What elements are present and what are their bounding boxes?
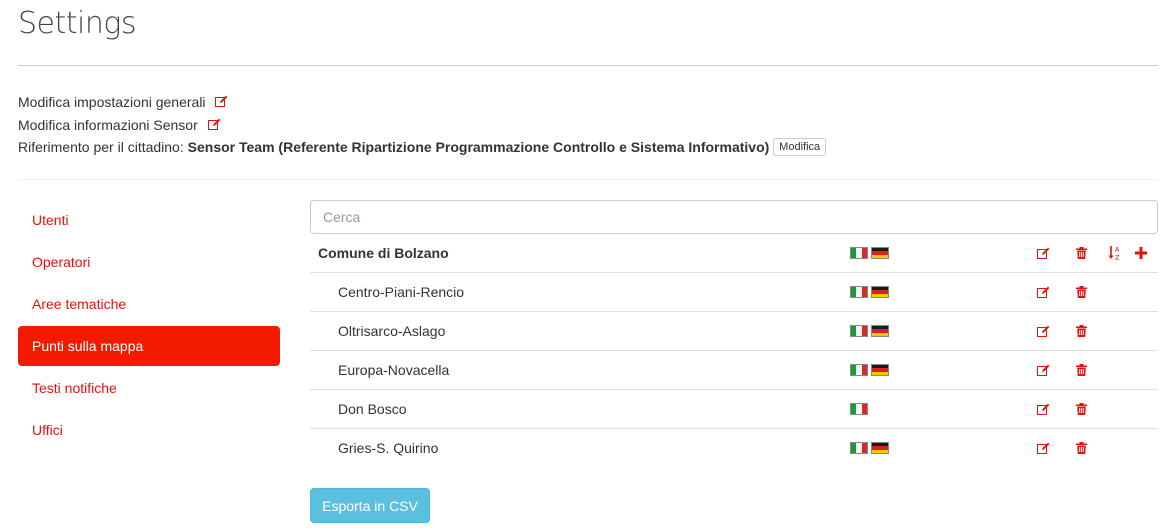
flag-de-icon bbox=[871, 325, 889, 337]
edit-icon[interactable] bbox=[207, 116, 221, 134]
citizen-reference-line: Riferimento per il cittadino: Sensor Tea… bbox=[18, 138, 1158, 161]
sidebar-nav: Utenti Operatori Aree tematiche Punti su… bbox=[18, 200, 280, 452]
trash-icon[interactable] bbox=[1074, 285, 1088, 299]
flag-it-icon bbox=[850, 364, 868, 376]
tree-row-label: Gries-S. Quirino bbox=[338, 440, 439, 456]
settings-links: Modifica impostazioni generali Modifica … bbox=[18, 93, 1158, 161]
sidebar-item-testi-notifiche[interactable]: Testi notifiche bbox=[18, 368, 280, 408]
edit-icon[interactable] bbox=[1036, 324, 1050, 338]
sensor-settings-line: Modifica informazioni Sensor bbox=[18, 116, 1158, 139]
citizen-reference-value: Sensor Team (Referente Ripartizione Prog… bbox=[187, 139, 770, 155]
citizen-reference-prefix: Riferimento per il cittadino: bbox=[18, 139, 184, 155]
tree-row-label: Centro-Piani-Rencio bbox=[338, 284, 465, 300]
flag-de-icon bbox=[871, 364, 889, 376]
sidebar-item-utenti[interactable]: Utenti bbox=[18, 200, 280, 240]
export-csv-button[interactable]: Esporta in CSV bbox=[310, 488, 430, 523]
language-flags bbox=[850, 364, 889, 376]
plus-icon[interactable] bbox=[1134, 246, 1148, 260]
language-flags bbox=[850, 325, 889, 337]
flag-it-icon bbox=[850, 247, 868, 259]
flag-de-icon bbox=[871, 442, 889, 454]
main-panel: Comune di Bolzano AZ bbox=[310, 200, 1158, 468]
trash-icon[interactable] bbox=[1074, 363, 1088, 377]
flag-it-icon bbox=[850, 403, 868, 415]
map-points-tree: Comune di Bolzano AZ Centro-Piani-Rencio… bbox=[310, 234, 1158, 468]
tree-row: Oltrisarco-Aslago bbox=[310, 312, 1158, 351]
language-flags bbox=[850, 247, 889, 259]
flag-it-icon bbox=[850, 325, 868, 337]
row-actions bbox=[1036, 324, 1108, 338]
row-actions bbox=[1036, 285, 1108, 299]
flag-de-icon bbox=[871, 247, 889, 259]
search-input[interactable] bbox=[310, 200, 1158, 234]
edit-icon[interactable] bbox=[1036, 246, 1050, 260]
row-actions: AZ bbox=[1036, 246, 1148, 262]
tree-row-label: Don Bosco bbox=[338, 401, 407, 417]
tree-row-label: Comune di Bolzano bbox=[318, 245, 449, 261]
sort-alpha-icon[interactable]: AZ bbox=[1108, 246, 1122, 262]
language-flags bbox=[850, 286, 889, 298]
sidebar-item-punti-sulla-mappa[interactable]: Punti sulla mappa bbox=[18, 326, 280, 366]
tree-row-label: Oltrisarco-Aslago bbox=[338, 323, 446, 339]
trash-icon[interactable] bbox=[1074, 324, 1088, 338]
tree-row-label: Europa-Novacella bbox=[338, 362, 450, 378]
tree-row: Centro-Piani-Rencio bbox=[310, 273, 1158, 312]
edit-icon[interactable] bbox=[215, 93, 228, 111]
tree-row-root: Comune di Bolzano AZ bbox=[310, 234, 1158, 273]
trash-icon[interactable] bbox=[1074, 441, 1088, 455]
sidebar-item-operatori[interactable]: Operatori bbox=[18, 242, 280, 282]
section-divider bbox=[18, 179, 1158, 180]
tree-row: Don Bosco bbox=[310, 390, 1158, 429]
row-actions bbox=[1036, 363, 1108, 377]
general-settings-line: Modifica impostazioni generali bbox=[18, 93, 1158, 116]
sidebar-item-uffici[interactable]: Uffici bbox=[18, 410, 280, 450]
language-flags bbox=[850, 403, 868, 415]
language-flags bbox=[850, 442, 889, 454]
tree-row: Gries-S. Quirino bbox=[310, 429, 1158, 468]
edit-icon[interactable] bbox=[1036, 285, 1050, 299]
svg-text:A: A bbox=[1115, 246, 1120, 254]
edit-icon[interactable] bbox=[1036, 402, 1050, 416]
tree-row: Europa-Novacella bbox=[310, 351, 1158, 390]
trash-icon[interactable] bbox=[1074, 246, 1088, 260]
trash-icon[interactable] bbox=[1074, 402, 1088, 416]
page-title: Settings bbox=[18, 6, 137, 41]
modify-citizen-reference-button[interactable]: Modifica bbox=[773, 138, 827, 157]
flag-it-icon bbox=[850, 442, 868, 454]
edit-icon[interactable] bbox=[1036, 363, 1050, 377]
flag-it-icon bbox=[850, 286, 868, 298]
sensor-settings-label: Modifica informazioni Sensor bbox=[18, 116, 198, 133]
flag-de-icon bbox=[871, 286, 889, 298]
header-divider bbox=[18, 65, 1158, 66]
row-actions bbox=[1036, 402, 1108, 416]
row-actions bbox=[1036, 441, 1108, 455]
general-settings-label: Modifica impostazioni generali bbox=[18, 94, 206, 110]
svg-text:Z: Z bbox=[1115, 254, 1120, 262]
sidebar-item-aree-tematiche[interactable]: Aree tematiche bbox=[18, 284, 280, 324]
edit-icon[interactable] bbox=[1036, 441, 1050, 455]
